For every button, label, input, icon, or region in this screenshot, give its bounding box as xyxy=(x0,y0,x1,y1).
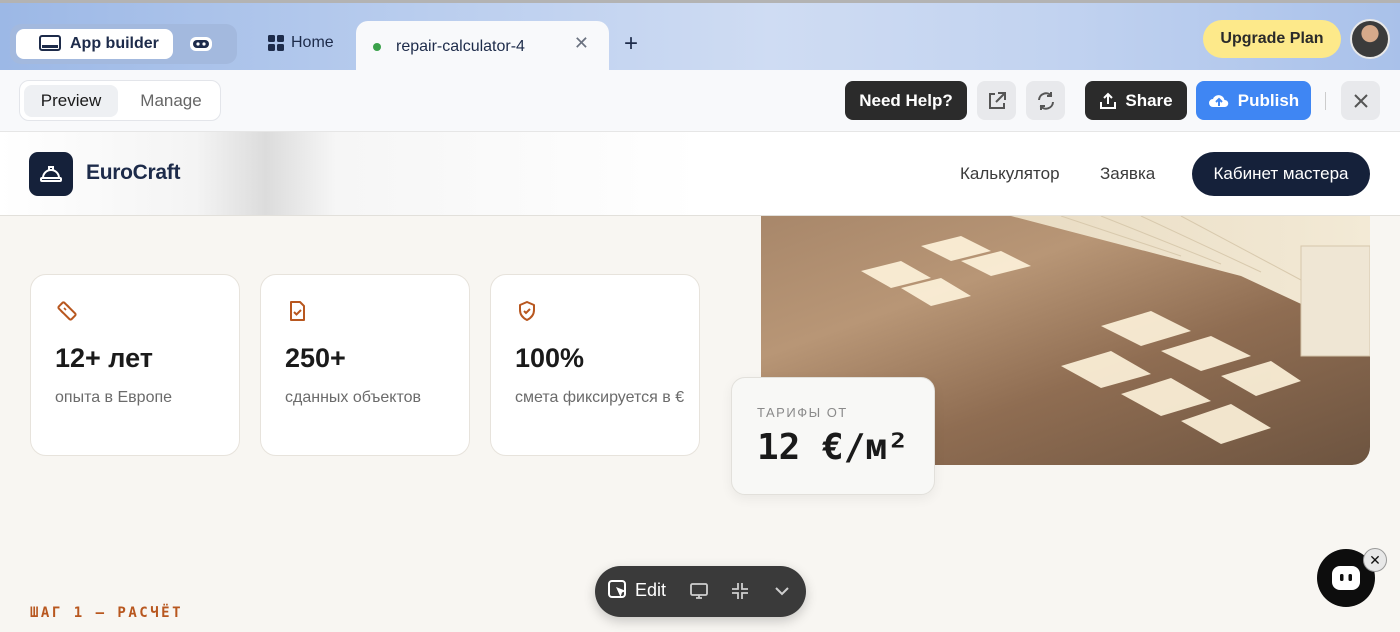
share-icon xyxy=(1100,92,1117,109)
publish-label: Publish xyxy=(1237,90,1300,110)
chatbot-icon[interactable] xyxy=(189,34,213,54)
app-builder-label: App builder xyxy=(70,35,159,52)
ruler-icon xyxy=(57,301,77,321)
browser-tab-bar: App builder Home repair-calculator-4 ✕ +… xyxy=(0,0,1400,73)
cloud-upload-icon xyxy=(1208,94,1229,107)
edit-button[interactable]: Edit xyxy=(607,579,666,601)
need-help-button[interactable]: Need Help? xyxy=(845,81,967,120)
chat-bot-icon xyxy=(1332,566,1360,590)
open-external-button[interactable] xyxy=(977,81,1016,120)
grid-icon xyxy=(268,35,284,51)
master-cabinet-button[interactable]: Кабинет мастера xyxy=(1192,152,1370,196)
manage-tab[interactable]: Manage xyxy=(130,85,212,117)
close-icon xyxy=(1353,93,1368,108)
cursor-edit-icon xyxy=(608,580,626,598)
close-tab-icon[interactable]: ✕ xyxy=(574,33,589,54)
price-card: ТАРИФЫ ОТ 12 €/м² xyxy=(731,377,935,495)
stat-card-fixed-estimate: 100% смета фиксируется в € xyxy=(490,274,700,456)
new-tab-icon[interactable]: + xyxy=(624,30,638,58)
stat-value: 100% xyxy=(515,343,585,373)
preview-manage-toggle: Preview Manage xyxy=(19,80,221,121)
close-chat-icon[interactable]: ✕ xyxy=(1363,548,1387,572)
share-button[interactable]: Share xyxy=(1085,81,1187,120)
edit-label: Edit xyxy=(635,579,667,600)
status-dot xyxy=(373,43,381,51)
share-label: Share xyxy=(1125,90,1173,110)
monitor-icon xyxy=(39,35,61,51)
chevron-down-icon[interactable] xyxy=(772,581,792,601)
avatar[interactable] xyxy=(1350,19,1390,59)
logo[interactable] xyxy=(29,152,73,196)
price-label: ТАРИФЫ ОТ xyxy=(757,405,848,420)
shield-check-icon xyxy=(519,301,535,321)
nav-calculator[interactable]: Калькулятор xyxy=(960,164,1060,184)
tab-home-label: Home xyxy=(291,34,334,51)
stat-value: 250+ xyxy=(285,343,346,373)
builder-toolbar: Preview Manage Need Help? Share Publish xyxy=(0,70,1400,132)
toolbar-divider xyxy=(1325,92,1326,110)
upgrade-plan-button[interactable]: Upgrade Plan xyxy=(1203,20,1341,58)
stat-label: смета фиксируется в € xyxy=(515,389,685,406)
floating-edit-bar: Edit xyxy=(595,566,806,617)
app-builder-tab[interactable]: App builder xyxy=(16,29,173,59)
external-link-icon xyxy=(988,91,1006,109)
collapse-icon[interactable] xyxy=(730,581,750,601)
stat-card-objects: 250+ сданных объектов xyxy=(260,274,470,456)
nav-request[interactable]: Заявка xyxy=(1100,164,1155,184)
close-preview-button[interactable] xyxy=(1341,81,1380,120)
document-check-icon xyxy=(290,301,305,321)
mode-switcher: App builder xyxy=(10,24,237,64)
step-label: ШАГ 1 — РАСЧЁТ xyxy=(30,605,184,621)
refresh-icon xyxy=(1037,91,1054,110)
stat-label: сданных объектов xyxy=(285,389,422,406)
desktop-view-icon[interactable] xyxy=(689,581,709,601)
tab-home[interactable]: Home xyxy=(268,34,334,52)
refresh-button[interactable] xyxy=(1026,81,1065,120)
preview-tab[interactable]: Preview xyxy=(24,85,118,117)
publish-button[interactable]: Publish xyxy=(1196,81,1311,120)
stat-card-experience: 12+ лет опыта в Европе xyxy=(30,274,240,456)
stat-value: 12+ лет xyxy=(55,343,153,373)
tab-repair-calculator[interactable]: repair-calculator-4 ✕ xyxy=(356,21,609,73)
tab-active-label: repair-calculator-4 xyxy=(396,38,525,55)
stat-label: опыта в Европе xyxy=(55,389,173,406)
brand-name[interactable]: EuroCraft xyxy=(86,161,180,185)
hard-hat-icon xyxy=(40,166,62,182)
site-header: EuroCraft Калькулятор Заявка Кабинет мас… xyxy=(0,132,1400,216)
price-value: 12 €/м² xyxy=(757,427,909,468)
